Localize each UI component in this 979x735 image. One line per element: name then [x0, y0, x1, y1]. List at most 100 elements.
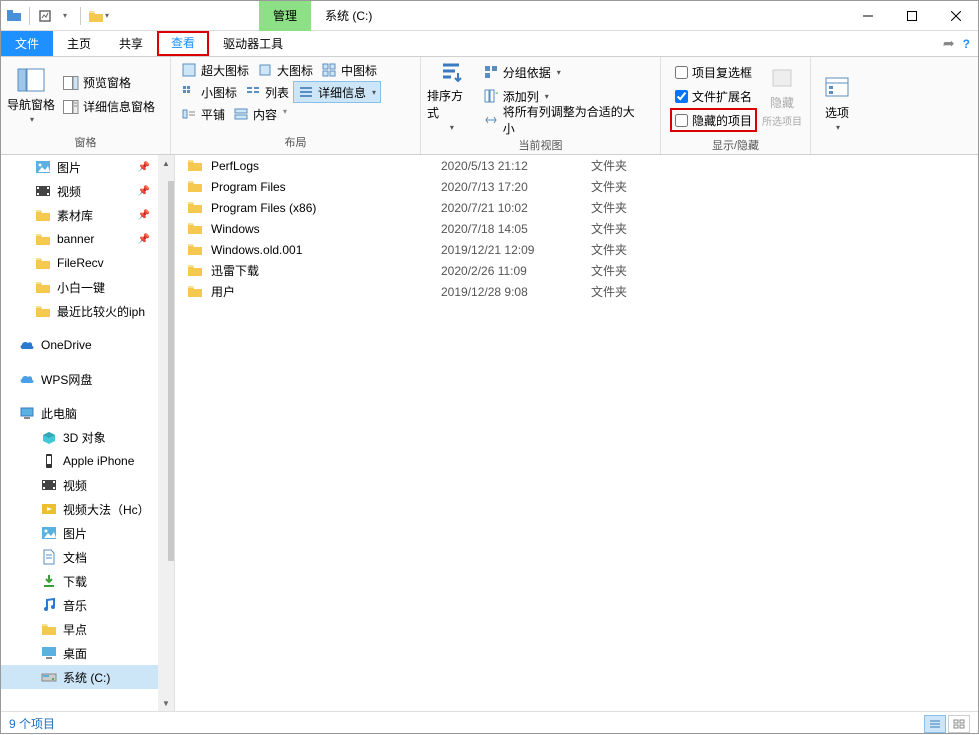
content-icon [233, 106, 249, 122]
sidebar-this-pc[interactable]: 此电脑 [1, 401, 174, 425]
layout-details[interactable]: 详细信息▾ [293, 81, 381, 103]
sidebar-item[interactable]: banner📌 [1, 227, 174, 251]
sidebar-item[interactable]: 图片📌 [1, 155, 174, 179]
file-row[interactable]: PerfLogs2020/5/13 21:12文件夹 [175, 155, 978, 176]
file-row[interactable]: 迅雷下载2020/2/26 11:09文件夹 [175, 260, 978, 281]
sidebar-item[interactable]: 小白一键 [1, 275, 174, 299]
preview-pane-button[interactable]: 预览窗格 [59, 72, 159, 94]
sidebar-item[interactable]: 桌面 [1, 641, 174, 665]
scroll-thumb[interactable] [168, 181, 175, 561]
sidebar-item-label: banner [57, 232, 94, 246]
qat-dropdown-icon[interactable]: ▾ [56, 7, 74, 25]
layout-more-icon[interactable]: ▾ [281, 103, 289, 125]
picture-icon [41, 525, 57, 541]
file-date: 2019/12/21 12:09 [441, 243, 591, 257]
hide-label: 隐藏 [770, 94, 794, 111]
ribbon-group-current-view-label: 当前视图 [421, 135, 660, 157]
sidebar-item[interactable]: 音乐 [1, 593, 174, 617]
tab-drive-tools[interactable]: 驱动器工具 [209, 31, 297, 56]
hidden-items-input[interactable] [675, 114, 688, 127]
file-list[interactable]: PerfLogs2020/5/13 21:12文件夹Program Files2… [175, 155, 978, 711]
l-icons-icon [257, 62, 273, 78]
sidebar-item[interactable]: 视频大法（Hc） [1, 497, 174, 521]
file-type: 文件夹 [591, 262, 691, 279]
sidebar-item[interactable]: 视频 [1, 473, 174, 497]
layout-tiles[interactable]: 平铺 [177, 103, 229, 125]
sidebar-item-label: 3D 对象 [63, 429, 106, 446]
file-type: 文件夹 [591, 178, 691, 195]
nav-pane-button[interactable]: 导航窗格 ▾ [7, 61, 55, 129]
properties-icon[interactable] [36, 7, 54, 25]
options-button[interactable]: 选项 ▾ [817, 69, 857, 137]
minimize-button[interactable] [846, 2, 890, 30]
folder-icon [35, 303, 51, 319]
scroll-up-icon[interactable]: ▲ [158, 155, 174, 171]
layout-m-icons[interactable]: 中图标 [317, 59, 381, 81]
item-checkboxes-checkbox[interactable]: 项目复选框 [671, 61, 756, 83]
details-pane-button[interactable]: 详细信息窗格 [59, 96, 159, 118]
file-row[interactable]: Program Files (x86)2020/7/21 10:02文件夹 [175, 197, 978, 218]
layout-content[interactable]: 内容 [229, 103, 281, 125]
size-all-columns-button[interactable]: 将所有列调整为合适的大小 [479, 109, 650, 131]
help-icon[interactable]: ? [963, 37, 970, 51]
desktop-icon [41, 645, 57, 661]
tab-view[interactable]: 查看 [157, 31, 209, 56]
layout-l-icons[interactable]: 大图标 [253, 59, 317, 81]
video-icon [41, 477, 57, 493]
sidebar-item[interactable]: FileRecv [1, 251, 174, 275]
sort-by-button[interactable]: 排序方式 ▾ [427, 62, 475, 130]
sidebar-item[interactable]: 文档 [1, 545, 174, 569]
main-area: 图片📌视频📌素材库📌banner📌FileRecv小白一键最近比较火的iph O… [1, 155, 978, 711]
xl-icons-icon [181, 62, 197, 78]
sidebar-item[interactable]: 素材库📌 [1, 203, 174, 227]
ribbon-group-show-hide: 项目复选框 文件扩展名 隐藏的项目 隐藏 所选项目 显示/隐藏 [661, 57, 811, 154]
tab-share[interactable]: 共享 [105, 31, 157, 56]
sidebar-item-label: 早点 [63, 621, 87, 638]
extensions-input[interactable] [675, 90, 688, 103]
sidebar-item-label: 文档 [63, 549, 87, 566]
contextual-tab[interactable]: 管理 [259, 1, 311, 31]
scroll-down-icon[interactable]: ▼ [158, 695, 174, 711]
sidebar-item[interactable]: Apple iPhone [1, 449, 174, 473]
document-icon [41, 549, 57, 565]
layout-list[interactable]: 列表 [241, 81, 293, 103]
sidebar-item[interactable]: 图片 [1, 521, 174, 545]
group-by-button[interactable]: 分组依据▾ [479, 61, 650, 83]
sidebar-onedrive[interactable]: OneDrive [1, 333, 174, 357]
sidebar-item[interactable]: 下载 [1, 569, 174, 593]
status-icons-view-button[interactable] [948, 715, 970, 733]
folder-icon [187, 158, 203, 174]
layout-s-icons[interactable]: 小图标 [177, 81, 241, 103]
music-icon [41, 597, 57, 613]
sidebar-scrollbar[interactable]: ▲ ▼ [158, 155, 174, 711]
file-name: PerfLogs [211, 159, 441, 173]
layout-xl-icons[interactable]: 超大图标 [177, 59, 253, 81]
close-button[interactable] [934, 2, 978, 30]
folder-icon [187, 179, 203, 195]
sidebar-item[interactable]: 系统 (C:) [1, 665, 174, 689]
file-row[interactable]: 用户2019/12/28 9:08文件夹 [175, 281, 978, 302]
file-row[interactable]: Program Files2020/7/13 17:20文件夹 [175, 176, 978, 197]
folder-qat-icon[interactable] [87, 7, 105, 25]
file-row[interactable]: Windows2020/7/18 14:05文件夹 [175, 218, 978, 239]
maximize-button[interactable] [890, 2, 934, 30]
s-icons-icon [181, 84, 197, 100]
item-checkboxes-input[interactable] [675, 66, 688, 79]
ribbon-group-layout-label: 布局 [171, 132, 420, 154]
status-details-view-button[interactable] [924, 715, 946, 733]
file-date: 2020/7/13 17:20 [441, 180, 591, 194]
sidebar-item[interactable]: 最近比较火的iph [1, 299, 174, 323]
sidebar-item[interactable]: 早点 [1, 617, 174, 641]
sidebar-item[interactable]: 视频📌 [1, 179, 174, 203]
sidebar-item-label: 图片 [63, 525, 87, 542]
pin-icon[interactable]: ➦ [943, 35, 955, 52]
hidden-items-checkbox[interactable]: 隐藏的项目 [671, 109, 756, 131]
file-name: 用户 [211, 283, 441, 300]
extensions-checkbox[interactable]: 文件扩展名 [671, 85, 756, 107]
file-row[interactable]: Windows.old.0012019/12/21 12:09文件夹 [175, 239, 978, 260]
tiles-icon [181, 106, 197, 122]
sidebar-wps[interactable]: WPS网盘 [1, 367, 174, 391]
tab-file[interactable]: 文件 [1, 31, 53, 56]
tab-home[interactable]: 主页 [53, 31, 105, 56]
sidebar-item[interactable]: 3D 对象 [1, 425, 174, 449]
